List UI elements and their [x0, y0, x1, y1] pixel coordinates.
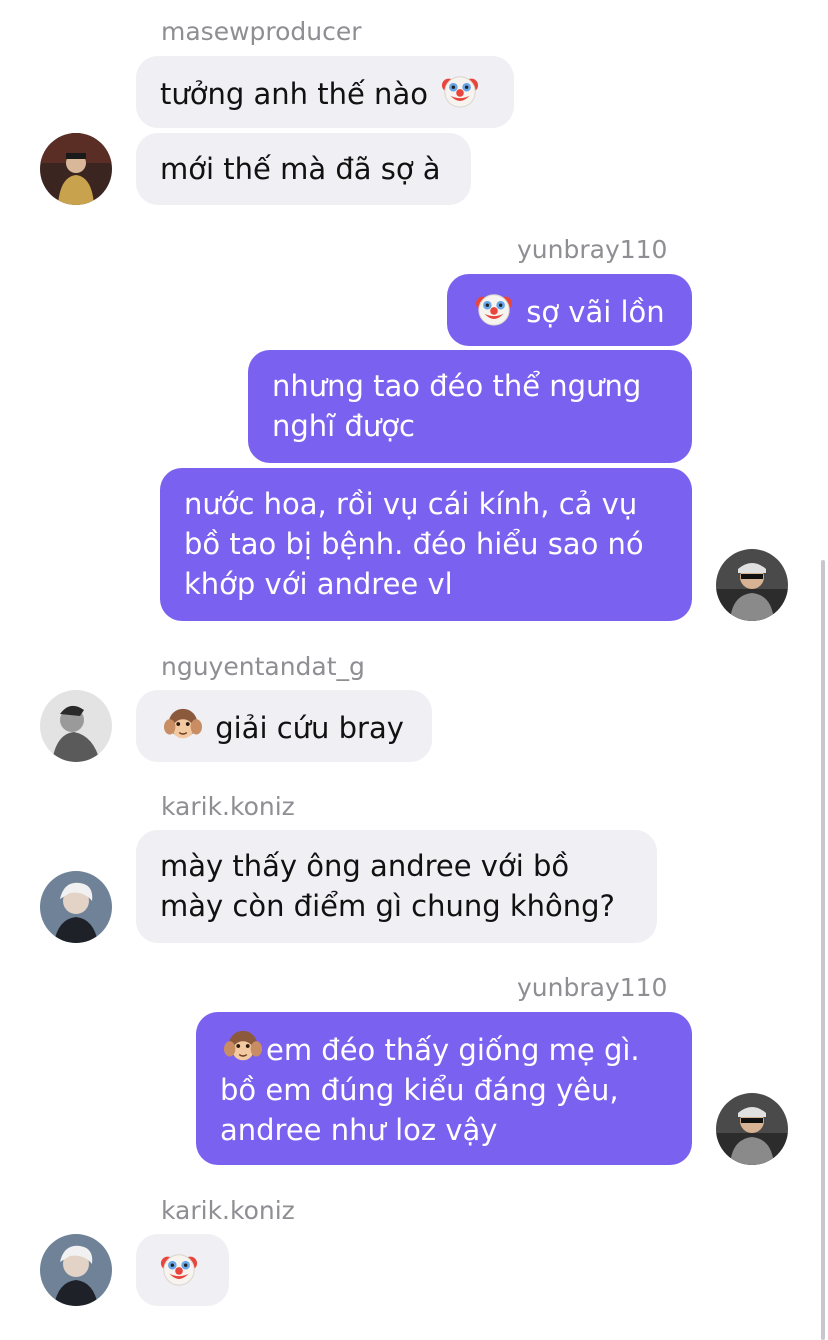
- avatar[interactable]: [40, 690, 112, 762]
- message-line: nước hoa, rồi vụ cái kính, cả vụ: [184, 487, 638, 521]
- avatar[interactable]: [40, 1234, 112, 1306]
- message-bubble[interactable]: sợ vãi lồn: [447, 274, 692, 346]
- message-bubble[interactable]: giải cứu bray: [136, 690, 432, 762]
- message-bubble[interactable]: mày thấy ông andree với bồ mày còn điểm …: [136, 830, 657, 943]
- message-line: nhưng tao đéo thể ngưng: [272, 369, 642, 403]
- sender-name: nguyentandat_g: [161, 652, 365, 681]
- avatar[interactable]: [40, 871, 112, 943]
- clown-face-icon: [475, 290, 513, 328]
- message-line: khớp với andree vl: [184, 567, 453, 601]
- message-line: nghĩ được: [272, 409, 415, 443]
- sender-name: yunbray110: [517, 235, 668, 264]
- clown-face-icon: [160, 1250, 198, 1288]
- message-text: mới thế mà đã sợ à: [160, 152, 441, 186]
- message-line: em đéo thấy giống mẹ gì.: [220, 1028, 668, 1070]
- avatar[interactable]: [716, 549, 788, 621]
- hear-no-evil-monkey-icon: [164, 706, 202, 744]
- message-text: tưởng anh thế nào: [160, 77, 428, 111]
- hear-no-evil-monkey-icon: [224, 1028, 262, 1066]
- avatar[interactable]: [40, 133, 112, 205]
- message-bubble[interactable]: [136, 1234, 229, 1306]
- message-bubble[interactable]: mới thế mà đã sợ à: [136, 133, 471, 205]
- sender-name: yunbray110: [517, 973, 668, 1002]
- message-text: giải cứu bray: [215, 711, 404, 745]
- scrollbar[interactable]: [821, 560, 825, 1340]
- avatar[interactable]: [716, 1093, 788, 1165]
- message-bubble[interactable]: tưởng anh thế nào: [136, 56, 514, 128]
- message-line: andree như loz vậy: [220, 1113, 498, 1147]
- message-text: em đéo thấy giống mẹ gì.: [266, 1033, 640, 1067]
- sender-name: karik.koniz: [161, 1196, 295, 1225]
- message-text: sợ vãi lồn: [526, 295, 665, 329]
- message-bubble[interactable]: nhưng tao đéo thể ngưng nghĩ được: [248, 350, 692, 463]
- message-line: mày thấy ông andree với bồ: [160, 849, 570, 883]
- sender-name: karik.koniz: [161, 792, 295, 821]
- sender-name: masewproducer: [161, 17, 362, 46]
- message-bubble[interactable]: em đéo thấy giống mẹ gì. bồ em đúng kiểu…: [196, 1012, 692, 1165]
- message-line: bồ tao bị bệnh. đéo hiểu sao nó: [184, 527, 644, 561]
- message-line: mày còn điểm gì chung không?: [160, 889, 615, 923]
- message-bubble[interactable]: nước hoa, rồi vụ cái kính, cả vụ bồ tao …: [160, 468, 692, 621]
- message-line: bồ em đúng kiểu đáng yêu,: [220, 1073, 619, 1107]
- clown-face-icon: [441, 72, 479, 110]
